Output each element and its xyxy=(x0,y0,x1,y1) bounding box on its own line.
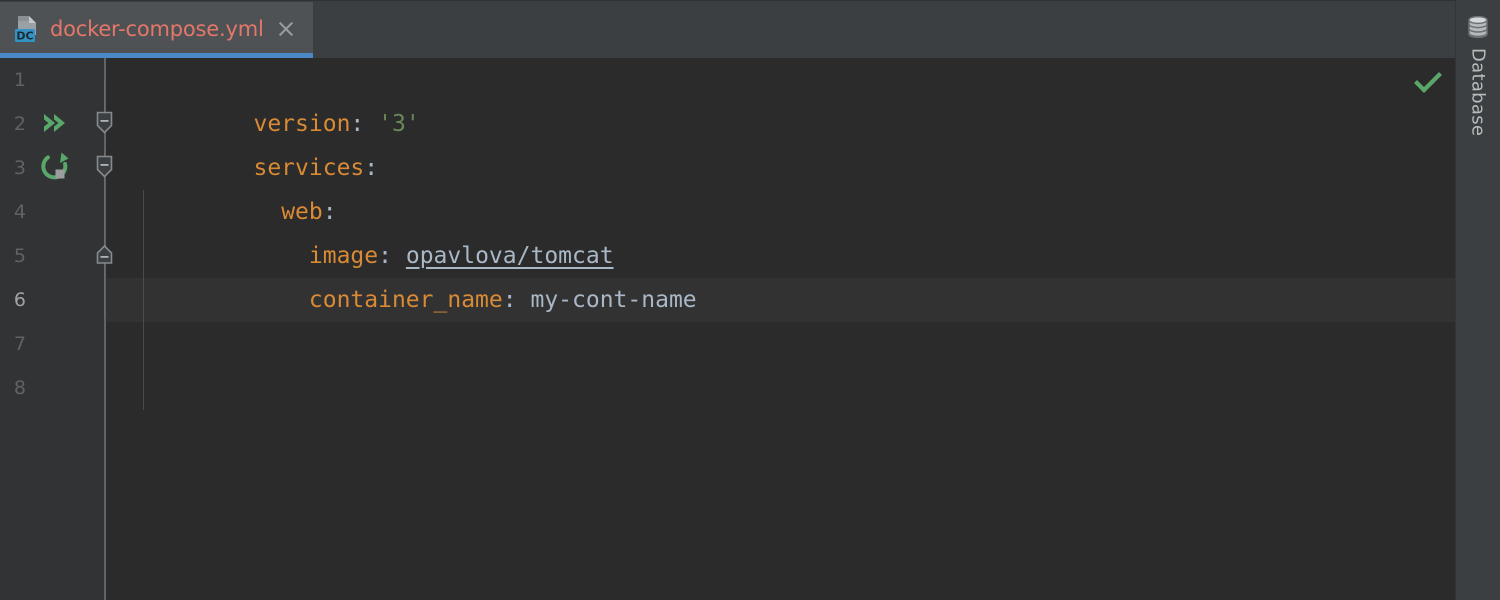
code-line[interactable]: 3 web: xyxy=(0,146,1455,225)
ide-window: DC docker-compose.yml 1 version: '3' 2 s… xyxy=(0,0,1500,600)
close-icon[interactable] xyxy=(276,19,296,39)
tool-window-button-database[interactable]: Database xyxy=(1456,6,1500,136)
editor-area: DC docker-compose.yml 1 version: '3' 2 s… xyxy=(0,0,1455,600)
docker-compose-file-icon: DC xyxy=(14,15,40,43)
editor-tab-bar: DC docker-compose.yml xyxy=(0,0,1455,59)
run-service-icon[interactable] xyxy=(38,150,72,184)
editor-tab-title: docker-compose.yml xyxy=(50,16,264,41)
fold-end-icon[interactable] xyxy=(94,244,115,270)
code-line[interactable]: 6 xyxy=(0,278,1455,322)
editor-tab-docker-compose[interactable]: DC docker-compose.yml xyxy=(0,2,313,55)
line-number: 3 xyxy=(13,157,26,179)
code-editor[interactable]: 1 version: '3' 2 services: 3 web: 4 imag… xyxy=(0,58,1455,600)
line-number: 5 xyxy=(13,245,26,267)
file-icon-badge-text: DC xyxy=(16,29,33,42)
code-line[interactable]: 8 xyxy=(0,366,1455,410)
line-number: 4 xyxy=(13,201,26,223)
collapse-icon[interactable] xyxy=(94,154,115,180)
line-number: 6 xyxy=(13,289,26,311)
line-number: 2 xyxy=(13,113,26,135)
collapse-icon[interactable] xyxy=(94,110,115,136)
run-all-services-icon[interactable] xyxy=(38,106,72,140)
right-tool-window-strip: Database xyxy=(1455,0,1500,600)
line-number: 8 xyxy=(13,377,26,399)
code-line[interactable]: 7 xyxy=(0,322,1455,366)
database-icon xyxy=(1467,15,1489,40)
code-line[interactable]: 5 container_name: my-cont-name xyxy=(0,234,1455,313)
checkmark-icon[interactable] xyxy=(1413,68,1443,98)
code-line[interactable]: 2 services: xyxy=(0,102,1455,181)
code-line[interactable]: 4 image: opavlova/tomcat xyxy=(0,190,1455,269)
line-number: 7 xyxy=(13,333,26,355)
line-number: 1 xyxy=(13,69,26,91)
code-line[interactable]: 1 version: '3' xyxy=(0,58,1455,137)
tool-window-button-label: Database xyxy=(1467,48,1489,137)
